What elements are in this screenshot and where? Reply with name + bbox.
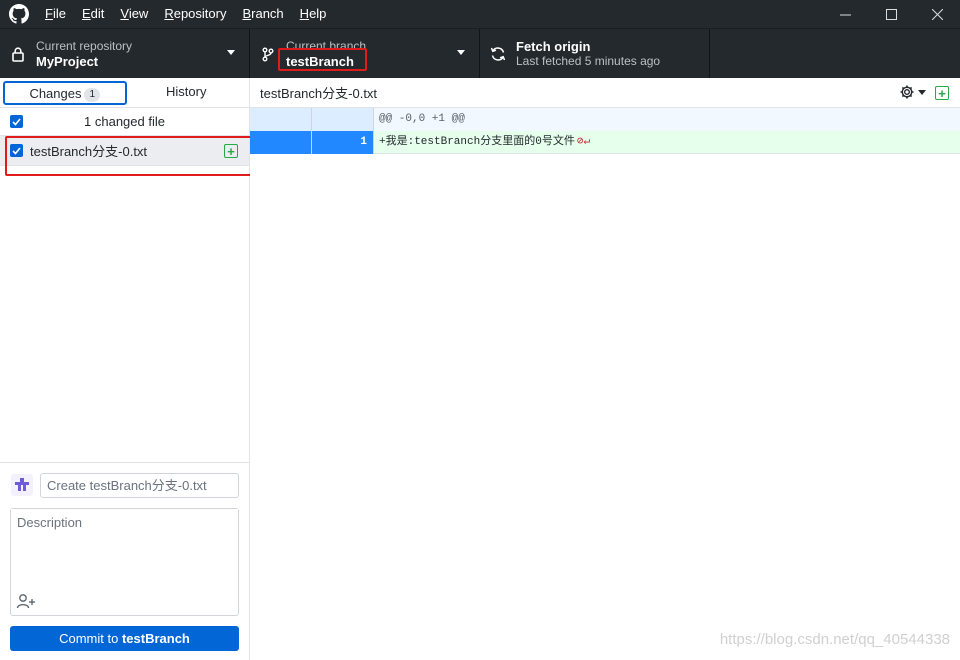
old-line-gutter	[250, 131, 312, 154]
tab-history[interactable]: History	[127, 81, 247, 105]
file-highlight-box	[5, 136, 260, 176]
window-controls	[822, 0, 960, 28]
hunk-text: @@ -0,0 +1 @@	[374, 108, 960, 131]
github-logo-icon	[9, 4, 29, 24]
branch-icon	[262, 47, 274, 61]
file-added-icon: +	[935, 86, 949, 100]
menu-view[interactable]: View	[112, 0, 156, 28]
caret-down-icon	[918, 89, 926, 95]
repo-label: Current repository	[36, 39, 133, 53]
sync-icon	[490, 47, 506, 61]
tab-changes[interactable]: Changes 1	[3, 81, 127, 105]
diff-header: testBranch分支-0.txt +	[250, 78, 960, 108]
current-repository-button[interactable]: Current repository MyProject	[0, 29, 250, 79]
diff-added-line[interactable]: 1 +我是:testBranch分支里面的0号文件 ⊘↵	[250, 131, 960, 154]
add-coauthor-icon[interactable]	[16, 593, 36, 609]
caret-down-icon	[227, 50, 235, 55]
commit-summary-input[interactable]	[40, 473, 239, 498]
commit-button-prefix: Commit to	[59, 631, 122, 646]
fetch-origin-button[interactable]: Fetch origin Last fetched 5 minutes ago	[480, 29, 710, 79]
title-bar: File Edit View Repository Branch Help	[0, 0, 960, 28]
tab-history-label: History	[166, 84, 207, 99]
commit-description-input[interactable]	[11, 509, 238, 589]
lock-icon	[12, 46, 24, 62]
close-button[interactable]	[914, 0, 960, 28]
commit-button-branch: testBranch	[121, 631, 190, 646]
branch-highlight-box	[278, 48, 367, 71]
maximize-button[interactable]	[868, 0, 914, 28]
diff-hunk-header: @@ -0,0 +1 @@	[250, 108, 960, 131]
sidebar-tabs: Changes 1 History	[0, 78, 249, 108]
repo-name: MyProject	[36, 54, 99, 69]
changed-files-count: 1 changed file	[84, 114, 165, 129]
old-line-gutter	[250, 108, 312, 131]
new-line-number: 1	[312, 131, 374, 154]
minimize-icon	[839, 14, 851, 15]
menu-help[interactable]: Help	[292, 0, 335, 28]
menu-bar: File Edit View Repository Branch Help	[37, 0, 334, 28]
no-newline-icon: ⊘↵	[576, 136, 591, 148]
current-branch-button[interactable]: Current branch testBranch	[250, 29, 480, 79]
added-line-text: +我是:testBranch分支里面的0号文件	[379, 136, 575, 148]
changes-sidebar: Changes 1 History 1 changed file testBran…	[0, 78, 260, 660]
menu-branch[interactable]: Branch	[234, 0, 291, 28]
toolbar: Current repository MyProject Current bra…	[0, 28, 960, 79]
diff-view: testBranch分支-0.txt + @@ -0,0 +1 @@ 1 +我是…	[250, 78, 960, 660]
maximize-icon	[885, 8, 897, 20]
menu-repository[interactable]: Repository	[156, 0, 234, 28]
new-line-gutter	[312, 108, 374, 131]
diff-file-path: testBranch分支-0.txt	[260, 86, 378, 101]
caret-down-icon	[457, 50, 465, 55]
fetch-title: Fetch origin	[516, 39, 591, 54]
fetch-status: Last fetched 5 minutes ago	[516, 54, 661, 68]
gear-icon	[900, 85, 914, 99]
tab-changes-label: Changes	[29, 86, 82, 101]
menu-edit[interactable]: Edit	[74, 0, 112, 28]
commit-description-box	[10, 508, 239, 616]
avatar	[11, 474, 33, 496]
commit-button[interactable]: Commit to testBranch	[10, 626, 239, 651]
minimize-button[interactable]	[822, 0, 868, 28]
added-line-content: +我是:testBranch分支里面的0号文件 ⊘↵	[374, 131, 960, 154]
diff-settings-button[interactable]	[899, 84, 926, 100]
commit-panel: Commit to testBranch	[0, 462, 249, 660]
close-icon	[931, 8, 943, 20]
changes-count-badge: 1	[84, 88, 101, 102]
changed-files-header: 1 changed file	[0, 108, 249, 136]
menu-file[interactable]: File	[37, 0, 74, 28]
watermark: https://blog.csdn.net/qq_40544338	[719, 631, 950, 648]
